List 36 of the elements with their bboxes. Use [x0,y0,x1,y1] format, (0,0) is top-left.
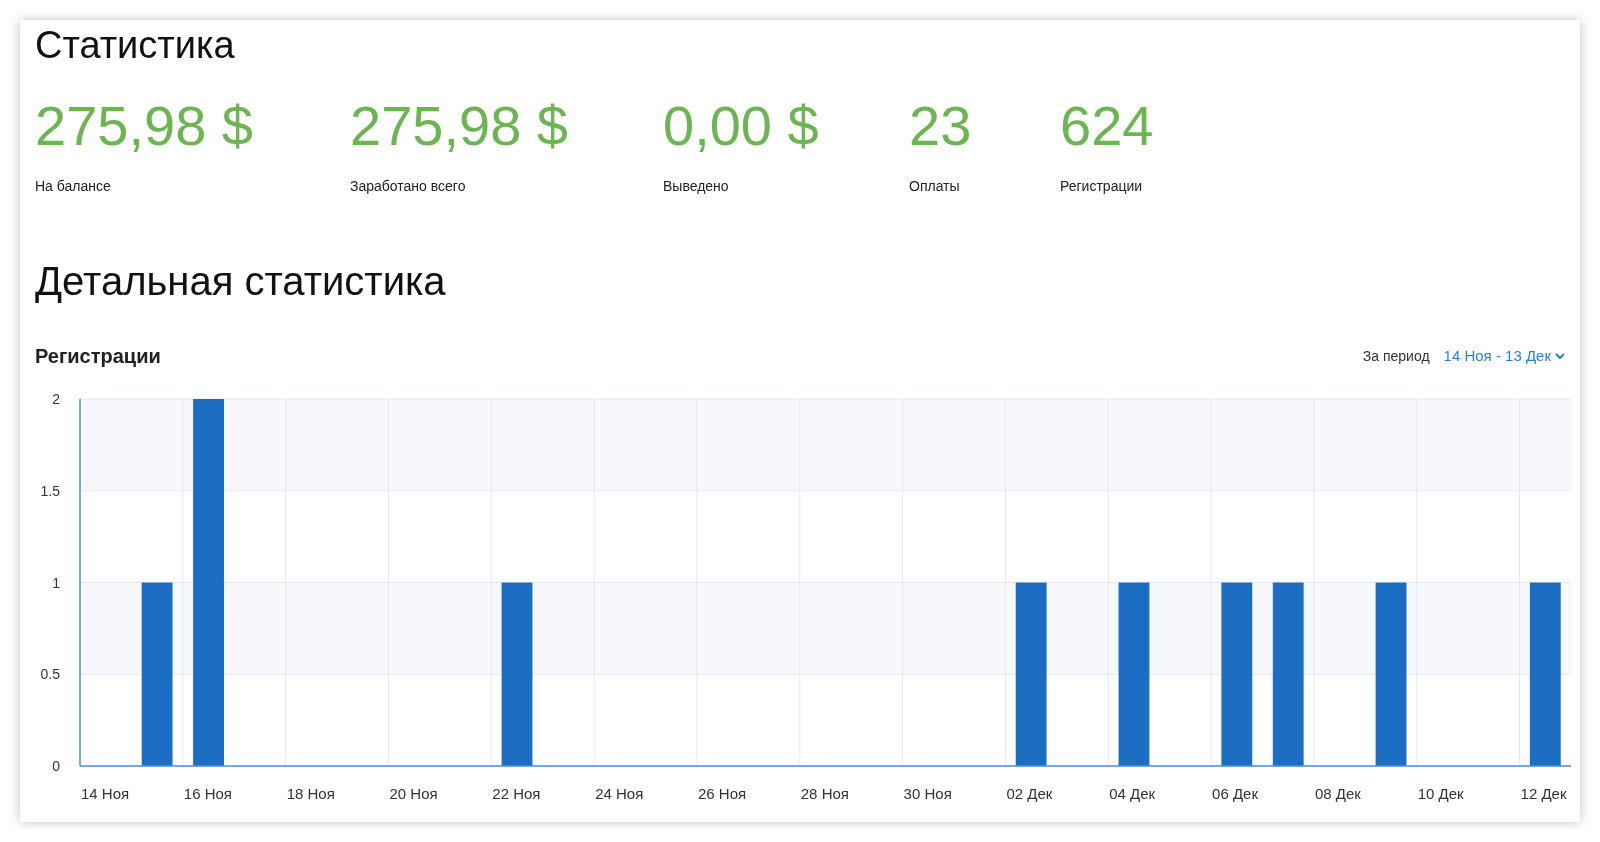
page-title: Статистика [35,26,236,64]
chart-title: Регистрации [35,344,161,369]
x-tick-label: 12 Дек [1520,785,1567,802]
y-tick-label: 2 [52,391,60,407]
y-tick-label: 1.5 [40,482,60,499]
y-tick-label: 1 [52,574,60,591]
section-title: Детальная статистика [35,261,447,301]
x-tick-label: 26 Ноя [697,785,747,802]
chevron-down-icon [1555,352,1565,360]
x-tick-label: 18 Ноя [286,785,335,802]
stat-value: 0,00 $ [663,98,820,154]
x-tick-label: 10 Дек [1417,785,1464,802]
period-label: За период [1362,346,1430,366]
y-tick-label: 0 [52,758,60,774]
stat-value: 23 [909,98,973,154]
x-tick-label: 22 Ноя [492,785,541,802]
stat-label: Заработано всего [350,177,467,196]
x-tick-label: 08 Дек [1314,785,1361,802]
x-tick-label: 06 Дек [1212,785,1259,802]
period-dropdown[interactable]: 14 Ноя - 13 Дек [1443,344,1565,368]
x-tick-label: 16 Ноя [183,785,232,802]
x-tick-label: 02 Дек [1006,785,1053,802]
x-tick-label: 14 Ноя [81,785,130,802]
x-tick-label: 04 Дек [1109,785,1156,802]
x-tick-label: 28 Ноя [800,785,849,802]
x-tick-label: 24 Ноя [595,785,644,802]
stat-value: 275,98 $ [350,98,569,154]
stat-label: На балансе [35,177,112,196]
y-tick-label: 0.5 [40,666,60,683]
stat-value: 275,98 $ [35,98,254,154]
stat-label: Регистрации [1060,177,1144,196]
x-tick-label: 30 Ноя [903,785,952,802]
stat-value: 624 [1060,98,1155,154]
x-tick-label: 20 Ноя [389,785,438,802]
stat-label: Выведено [663,177,730,196]
stat-label: Оплаты [909,177,961,196]
